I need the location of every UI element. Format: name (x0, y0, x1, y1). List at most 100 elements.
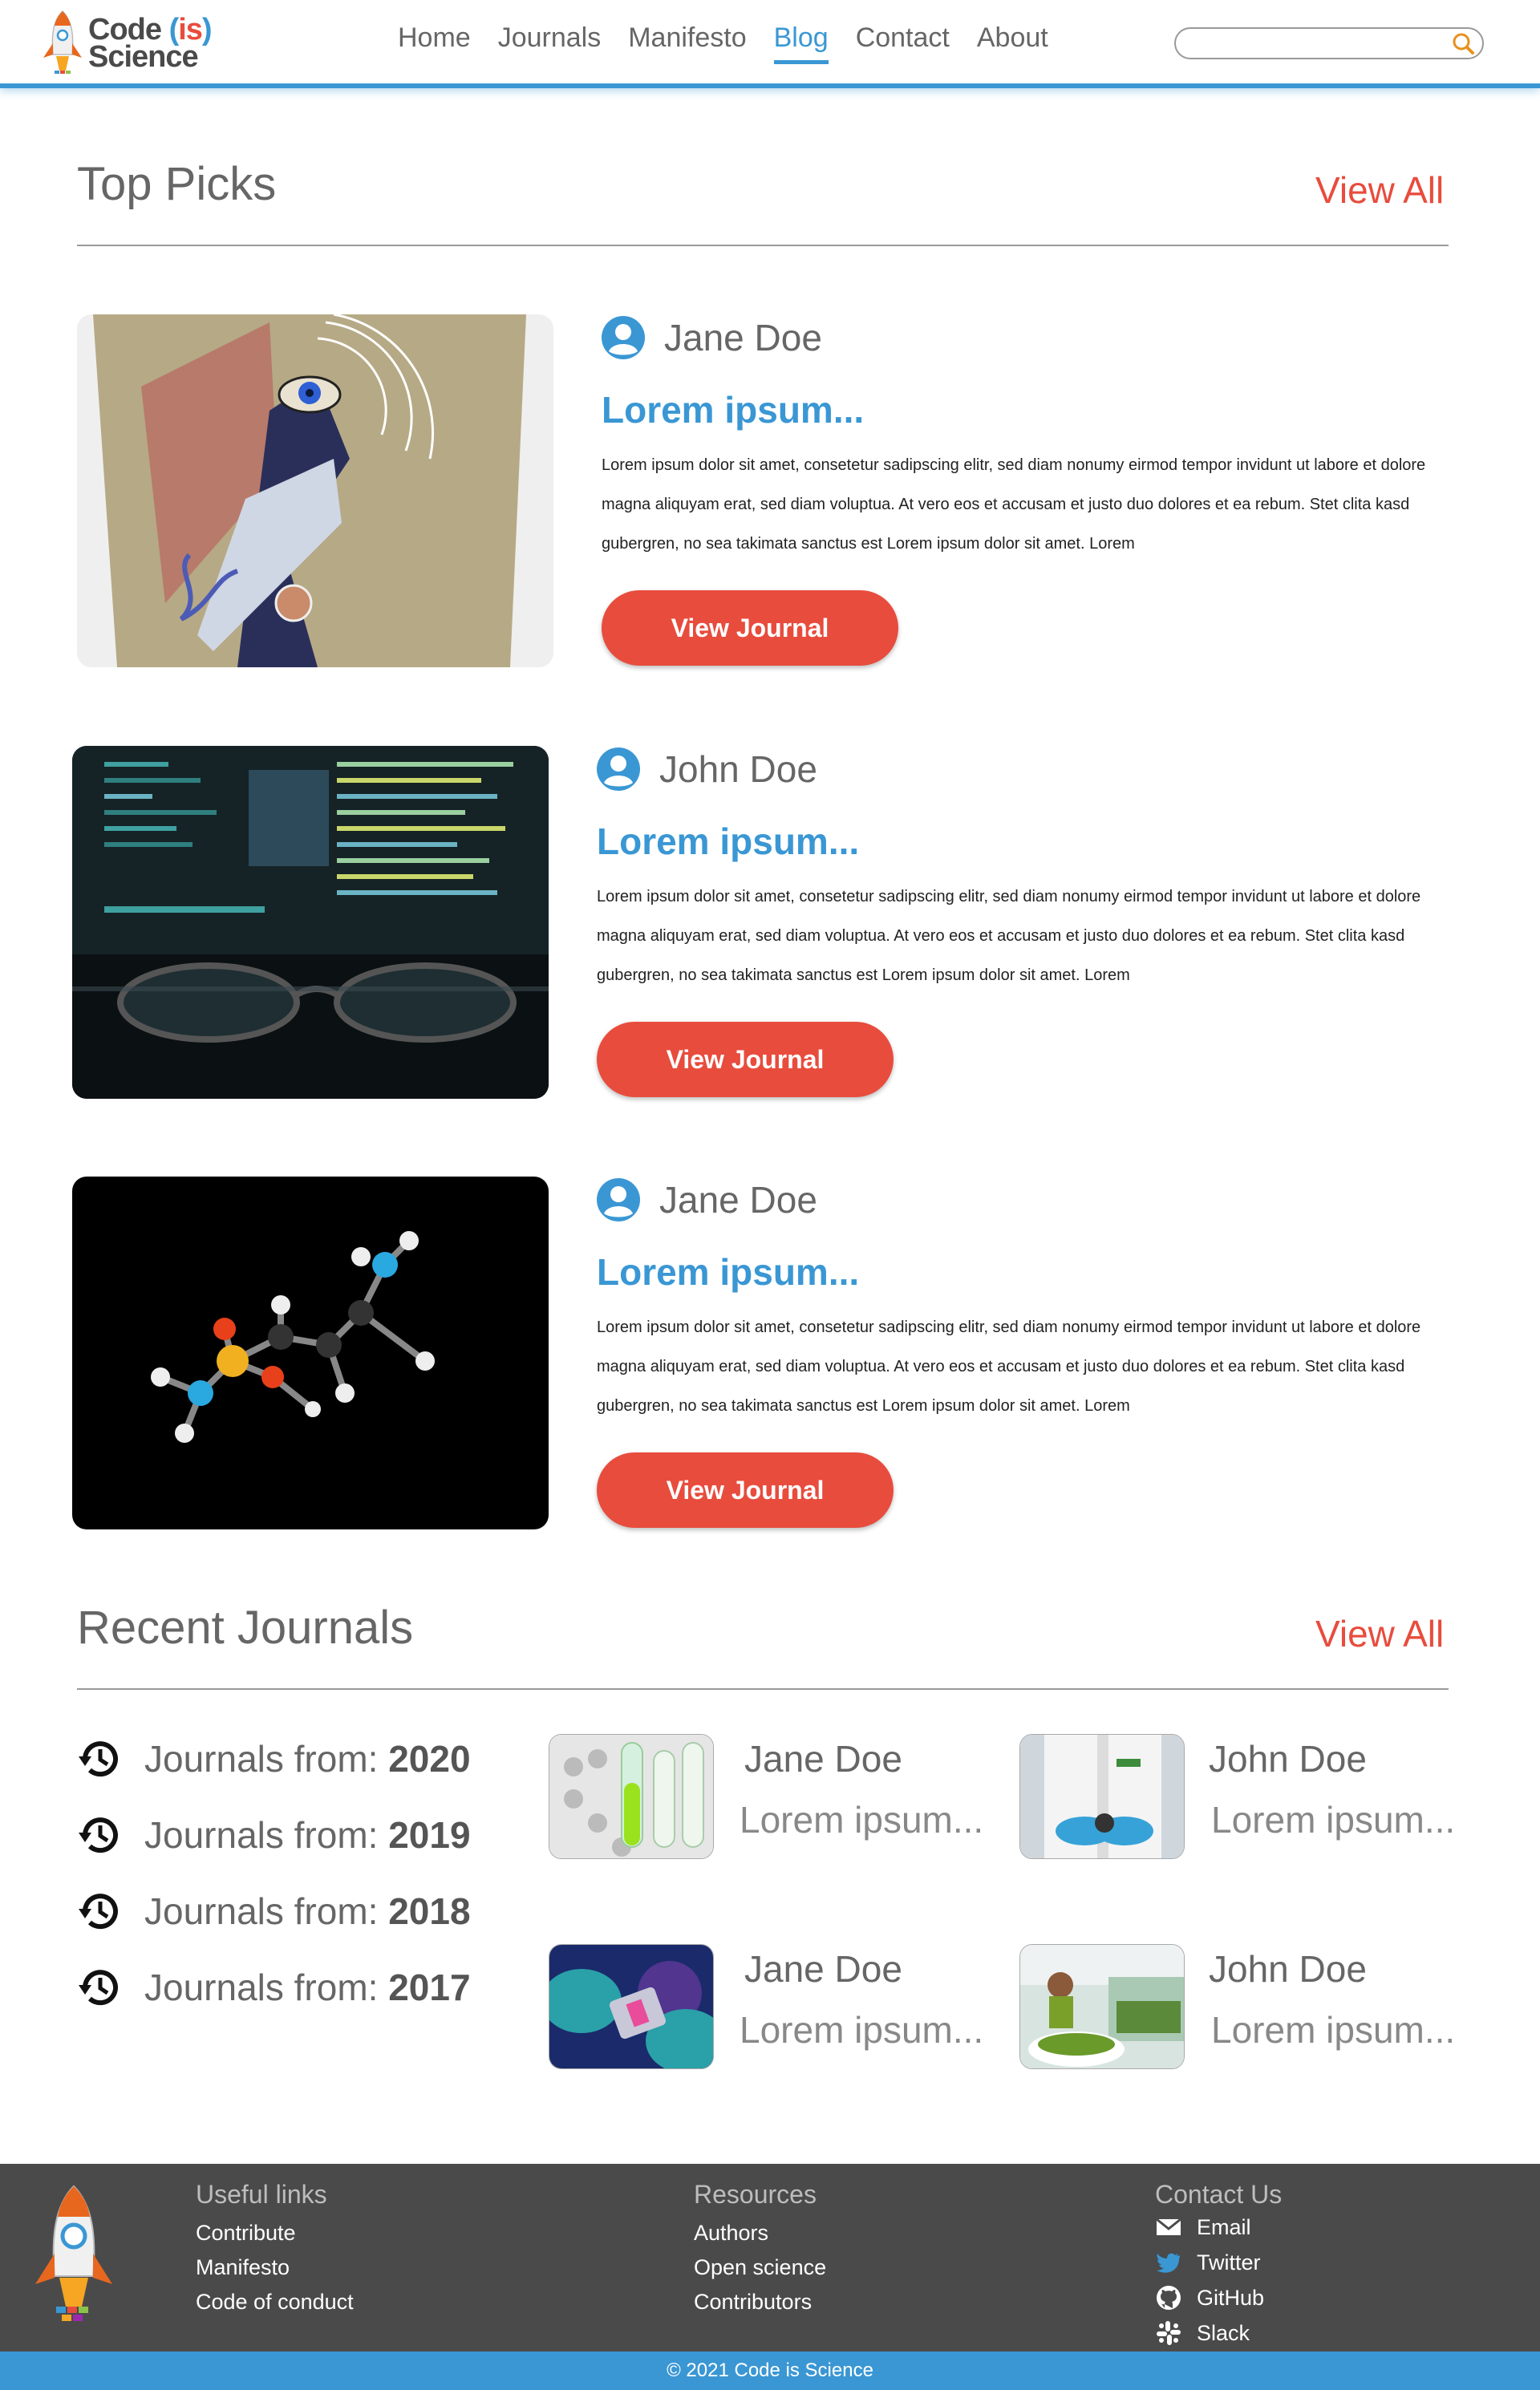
history-icon (79, 1894, 118, 1930)
history-icon (79, 1817, 118, 1853)
footer-link-slack[interactable]: Slack (1155, 2315, 1282, 2351)
pick-card: Jane Doe Lorem ipsum... Lorem ipsum dolo… (0, 314, 1540, 667)
journal-author: John Doe (1209, 1738, 1367, 1780)
footer-heading: Contact Us (1155, 2180, 1283, 2209)
year-value: 2017 (388, 1967, 471, 2008)
history-icon (79, 1741, 118, 1777)
pick-card: John Doe Lorem ipsum... Lorem ipsum dolo… (0, 746, 1540, 1099)
site-logo[interactable]: Code (is) Science (38, 8, 223, 79)
journal-thumbnail-lab-gloves (1019, 1734, 1185, 1859)
year-filter-2017[interactable]: Journals from: 2017 (77, 1964, 471, 2011)
search-icon[interactable] (1450, 30, 1476, 56)
top-picks-view-all-link[interactable]: View All (1315, 168, 1444, 212)
copyright-text: © 2021 Code is Science (667, 2360, 873, 2381)
footer-link-open-science[interactable]: Open science (694, 2250, 826, 2285)
contact-label: Slack (1197, 2321, 1250, 2345)
main-nav: Home Journals Manifesto Blog Contact Abo… (398, 22, 1048, 64)
pick-author: Jane Doe (600, 314, 822, 361)
pick-image-code-screen[interactable] (72, 746, 549, 1099)
user-avatar-icon (597, 747, 640, 791)
year-value: 2018 (388, 1890, 471, 1932)
pick-image-molecule[interactable] (72, 1177, 549, 1529)
contact-label: Email (1197, 2215, 1251, 2239)
search-box (1174, 27, 1484, 59)
journal-title: Lorem ipsum... (740, 2009, 984, 2051)
journal-author: John Doe (1209, 1948, 1367, 1990)
footer-link-contribute[interactable]: Contribute (196, 2216, 354, 2250)
footer-useful-links: Useful links Contribute Manifesto Code o… (196, 2180, 354, 2319)
footer-contact: Contact Us Email Twitter GitHub Slack (1155, 2180, 1282, 2351)
journal-title: Lorem ipsum... (740, 1799, 984, 1841)
recent-journals-view-all-link[interactable]: View All (1315, 1612, 1444, 1655)
pick-author-name: Jane Doe (659, 1179, 817, 1221)
year-label: Journals from: (144, 1967, 379, 2008)
pick-description: Lorem ipsum dolor sit amet, consetetur s… (597, 1319, 1421, 1415)
recent-journal-card[interactable]: John Doe Lorem ipsum... (1019, 1734, 1469, 1862)
pick-author: Jane Doe (595, 1177, 817, 1223)
view-journal-button[interactable]: View Journal (597, 1022, 894, 1097)
pick-author-name: John Doe (659, 748, 817, 790)
email-icon (1156, 2218, 1181, 2235)
nav-home[interactable]: Home (398, 22, 471, 64)
nav-contact[interactable]: Contact (856, 22, 950, 64)
site-footer: Useful links Contribute Manifesto Code o… (0, 2164, 1540, 2352)
contact-label: Twitter (1197, 2250, 1261, 2275)
user-avatar-icon (602, 316, 645, 359)
year-label: Journals from: (144, 1890, 379, 1932)
user-avatar-icon (597, 1178, 640, 1221)
site-header: Code (is) Science Home Journals Manifest… (0, 0, 1540, 88)
copyright-bar: © 2021 Code is Science (0, 2352, 1540, 2390)
journal-title: Lorem ipsum... (1211, 1799, 1456, 1841)
footer-link-authors[interactable]: Authors (694, 2216, 826, 2250)
year-filter-2020[interactable]: Journals from: 2020 (77, 1736, 471, 1782)
nav-blog[interactable]: Blog (773, 22, 829, 64)
github-icon (1157, 2286, 1181, 2310)
year-label: Journals from: (144, 1738, 379, 1780)
year-value: 2019 (388, 1814, 471, 1856)
pick-card: Jane Doe Lorem ipsum... Lorem ipsum dolo… (0, 1177, 1540, 1529)
pick-image-abstract-art[interactable] (77, 314, 553, 667)
search-input[interactable] (1187, 32, 1444, 55)
journal-thumbnail-test-tubes (549, 1734, 714, 1859)
rocket-logo-icon (43, 10, 82, 74)
footer-link-github[interactable]: GitHub (1155, 2280, 1282, 2315)
footer-heading: Useful links (196, 2180, 327, 2209)
history-icon (79, 1970, 118, 2006)
footer-resources: Resources Authors Open science Contribut… (694, 2180, 826, 2319)
top-picks-title: Top Picks (77, 158, 277, 210)
pick-description: Lorem ipsum dolor sit amet, consetetur s… (602, 456, 1426, 553)
pick-title[interactable]: Lorem ipsum... (597, 1250, 859, 1294)
year-label: Journals from: (144, 1814, 379, 1856)
footer-link-manifesto[interactable]: Manifesto (196, 2250, 354, 2285)
footer-link-contributors[interactable]: Contributors (694, 2285, 826, 2319)
footer-link-email[interactable]: Email (1155, 2210, 1282, 2245)
year-value: 2020 (388, 1738, 471, 1780)
recent-journal-card[interactable]: Jane Doe Lorem ipsum... (549, 1734, 998, 1862)
journal-thumbnail-lab-sample (549, 1944, 714, 2069)
view-journal-button[interactable]: View Journal (597, 1452, 894, 1528)
recent-journals-divider (77, 1688, 1449, 1690)
slack-icon (1157, 2321, 1181, 2345)
pick-title[interactable]: Lorem ipsum... (597, 820, 859, 863)
top-picks-divider (77, 245, 1449, 246)
year-filter-2018[interactable]: Journals from: 2018 (77, 1888, 471, 1934)
logo-wordmark: Code (is) Science (88, 13, 213, 74)
footer-link-twitter[interactable]: Twitter (1155, 2245, 1282, 2280)
pick-author: John Doe (595, 746, 817, 792)
recent-journal-card[interactable]: John Doe Lorem ipsum... (1019, 1944, 1469, 2072)
contact-label: GitHub (1197, 2286, 1265, 2310)
footer-link-code-of-conduct[interactable]: Code of conduct (196, 2285, 354, 2319)
journal-author: Jane Doe (744, 1738, 902, 1780)
pick-description: Lorem ipsum dolor sit amet, consetetur s… (597, 888, 1421, 984)
twitter-icon (1157, 2253, 1180, 2273)
recent-journals-title: Recent Journals (77, 1602, 414, 1654)
view-journal-button[interactable]: View Journal (602, 590, 898, 666)
nav-journals[interactable]: Journals (498, 22, 602, 64)
year-filter-2019[interactable]: Journals from: 2019 (77, 1812, 471, 1858)
rocket-logo-icon (35, 2185, 112, 2321)
nav-about[interactable]: About (977, 22, 1048, 64)
pick-title[interactable]: Lorem ipsum... (602, 388, 864, 431)
nav-manifesto[interactable]: Manifesto (628, 22, 746, 64)
journal-title: Lorem ipsum... (1211, 2009, 1456, 2051)
recent-journal-card[interactable]: Jane Doe Lorem ipsum... (549, 1944, 998, 2072)
